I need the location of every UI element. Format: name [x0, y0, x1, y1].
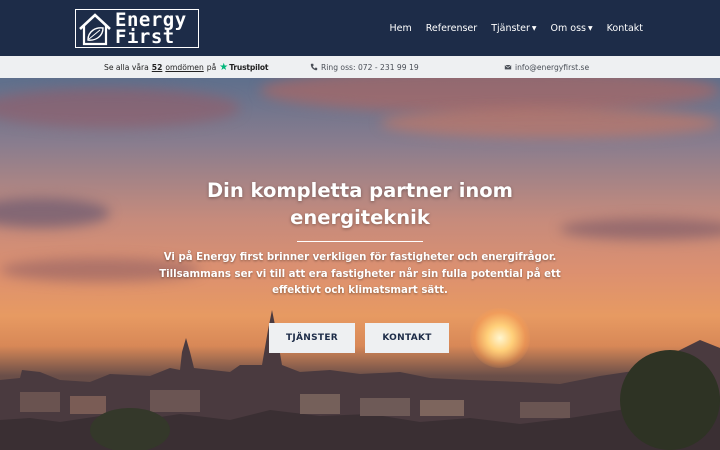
hero-divider	[297, 241, 423, 242]
nav-label: Hem	[389, 22, 412, 34]
hero-cloud	[0, 88, 240, 128]
hero-subtitle: Vi på Energy first brinner verkligen för…	[159, 252, 561, 296]
hero-title: Din kompletta partner inom energiteknik	[206, 179, 513, 229]
nav-item-om-oss[interactable]: Om oss ▼	[551, 23, 593, 34]
hero-cloud	[260, 78, 720, 113]
phone-icon	[310, 63, 318, 71]
info-bar: Se alla våra 52 omdömen på ★ Trustpilot …	[0, 56, 720, 78]
hero-section: Din kompletta partner inom energiteknik …	[0, 78, 720, 450]
reviews-link[interactable]: omdömen	[165, 63, 203, 72]
site-header: Energy First Hem Referenser Tjänster ▼ O…	[0, 0, 720, 56]
phone-contact[interactable]: Ring oss: 072 - 231 99 19	[310, 56, 419, 78]
nav-label: Om oss	[550, 22, 586, 34]
city-skyline	[0, 310, 720, 450]
trustpilot-reviews: Se alla våra 52 omdömen på ★ Trustpilot	[104, 56, 269, 78]
nav-label: Kontakt	[606, 22, 643, 34]
trustpilot-logo[interactable]: Trustpilot	[229, 63, 268, 72]
trust-on: på	[206, 62, 217, 72]
hero-cloud	[560, 218, 720, 240]
phone-text: Ring oss: 072 - 231 99 19	[321, 62, 419, 72]
hero-cloud	[380, 108, 720, 138]
logo-text: Energy First	[115, 10, 187, 48]
email-contact[interactable]: info@energyfirst.se	[504, 56, 589, 78]
nav-item-tjanster[interactable]: Tjänster ▼	[491, 23, 536, 34]
logo-line2: First	[115, 25, 175, 48]
star-icon: ★	[219, 61, 229, 73]
nav-label: Tjänster	[491, 22, 530, 34]
contact-button[interactable]: KONTAKT	[365, 323, 449, 353]
chevron-down-icon: ▼	[588, 24, 593, 32]
chevron-down-icon: ▼	[531, 24, 537, 32]
nav-item-hem[interactable]: Hem	[389, 23, 411, 34]
main-nav: Hem Referenser Tjänster ▼ Om oss ▼ Konta…	[375, 0, 643, 56]
nav-label: Referenser	[425, 22, 478, 34]
review-count-link[interactable]: 52	[152, 63, 163, 72]
nav-item-kontakt[interactable]: Kontakt	[607, 23, 643, 34]
hero-cloud	[0, 198, 110, 228]
envelope-icon	[504, 64, 512, 70]
trust-prefix: Se alla våra	[104, 62, 149, 72]
email-text: info@energyfirst.se	[515, 62, 590, 72]
services-button[interactable]: TJÄNSTER	[269, 323, 355, 353]
house-leaf-icon	[79, 12, 111, 45]
nav-item-referenser[interactable]: Referenser	[426, 23, 477, 34]
logo[interactable]: Energy First	[75, 9, 199, 48]
